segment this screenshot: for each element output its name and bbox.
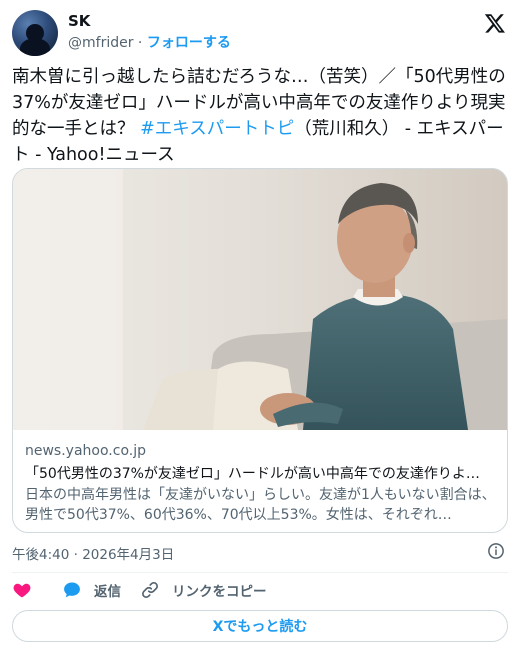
user-handle[interactable]: @mfrider — [68, 35, 133, 51]
card-description: 日本の中高年男性は「友達がいない」らしい。友達が1人もいない割合は、男性で50代… — [25, 487, 496, 523]
x-logo-icon[interactable] — [484, 12, 506, 34]
read-more-button[interactable]: Xでもっと読む — [12, 610, 508, 642]
action-bar: 返信 リンクをコピー — [12, 580, 508, 602]
reply-button[interactable]: 返信 — [62, 580, 121, 600]
like-button[interactable] — [12, 580, 44, 600]
tweet-header: SK @mfrider · フォローする — [12, 10, 508, 56]
info-icon[interactable] — [487, 542, 505, 560]
divider — [12, 572, 508, 573]
user-display-name[interactable]: SK — [68, 12, 90, 30]
link-icon — [142, 582, 158, 598]
card-photo — [13, 169, 507, 430]
tweet-timestamp[interactable]: 午後4:40 · 2026年4月3日 — [12, 543, 174, 563]
avatar[interactable] — [12, 10, 58, 56]
card-domain: news.yahoo.co.jp — [25, 443, 146, 459]
handle-separator: · — [137, 35, 143, 51]
copy-link-label: リンクをコピー — [172, 584, 267, 600]
hashtag-link[interactable]: #エキスパートトピ — [140, 119, 294, 139]
speech-bubble-icon — [64, 582, 80, 598]
follow-button[interactable]: フォローする — [147, 35, 231, 51]
card-title[interactable]: 「50代男性の37%が友達ゼロ」ハードルが高い中高年での友達作りよ… — [25, 463, 497, 483]
heart-icon — [13, 583, 31, 598]
reply-label: 返信 — [94, 584, 121, 600]
card-image[interactable] — [13, 169, 507, 430]
link-card[interactable]: news.yahoo.co.jp 「50代男性の37%が友達ゼロ」ハードルが高い… — [12, 168, 508, 533]
copy-link-button[interactable]: リンクをコピー — [140, 580, 267, 600]
tweet-text: 南木曽に引っ越したら詰むだろうな…（苦笑）／「50代男性の37%が友達ゼロ」ハー… — [12, 64, 508, 168]
avatar-silhouette-body — [20, 38, 50, 56]
user-handle-row: @mfrider · フォローする — [68, 32, 231, 52]
